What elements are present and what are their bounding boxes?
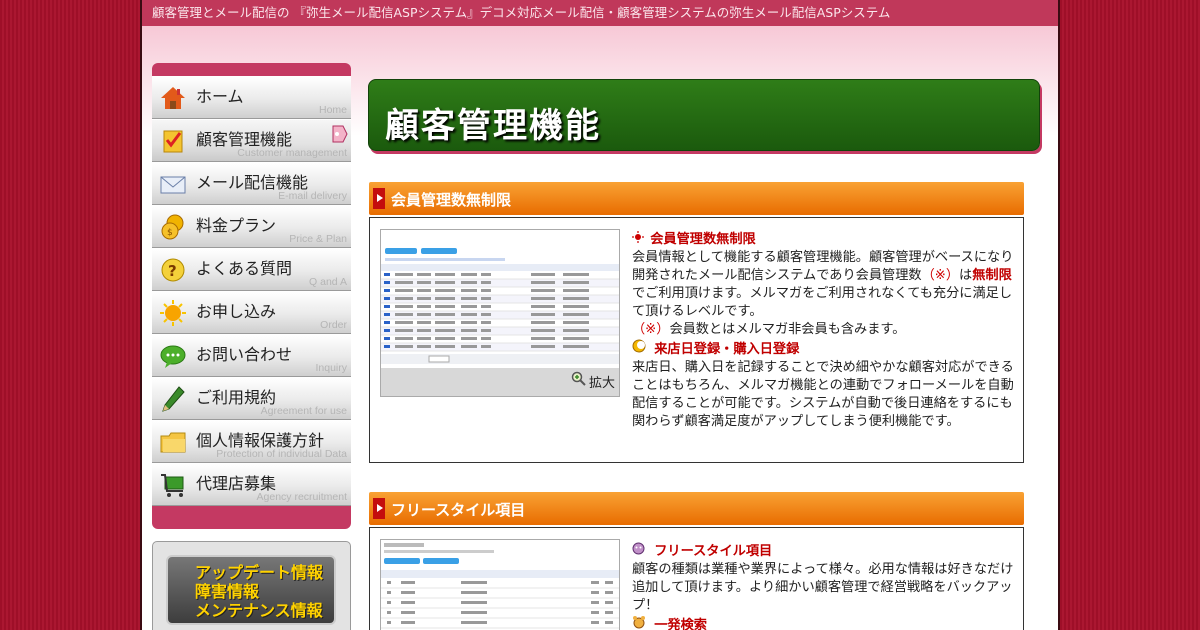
question-icon: ? xyxy=(159,256,187,284)
section-header-freestyle: フリースタイル項目 xyxy=(369,492,1024,525)
info-box: アップデート情報 障害情報 メンテナンス情報 xyxy=(152,541,351,630)
pen-icon xyxy=(159,385,187,413)
sidebar-item-privacy[interactable]: 個人情報保護方針 Protection of individual Data xyxy=(152,420,351,463)
sidebar-item-sublabel: Price & Plan xyxy=(289,233,347,245)
sidebar-item-label: よくある質問 xyxy=(196,259,293,278)
folder-icon xyxy=(159,428,187,456)
sidebar-item-price-plan[interactable]: $ 料金プラン Price & Plan xyxy=(152,205,351,248)
failure-info-link[interactable]: 障害情報 xyxy=(195,582,334,601)
section-body-member-limit: 拡大 会員管理数無制限 会員情報として機能する顧客管理機能。顧客管理がベースにな… xyxy=(369,217,1024,463)
arrow-right-icon xyxy=(373,188,385,209)
moon-bullet-icon xyxy=(632,339,650,359)
section-title: フリースタイル項目 xyxy=(391,501,526,519)
magnifier-icon xyxy=(571,371,587,391)
feature-heading: 一発検索 xyxy=(654,618,707,630)
sidebar-item-order[interactable]: お申し込み Order xyxy=(152,291,351,334)
sidebar-item-sublabel: Home xyxy=(318,104,347,116)
feature-paragraph: 会員情報として機能する顧客管理機能。顧客管理がベースになり開発されたメール配信シ… xyxy=(632,249,1014,321)
sidebar-item-label: お申し込み xyxy=(196,302,277,321)
cart-icon xyxy=(159,471,187,499)
sidebar-item-customer-management[interactable]: 顧客管理機能 Customer management xyxy=(152,119,351,162)
info-links-button[interactable]: アップデート情報 障害情報 メンテナンス情報 xyxy=(166,555,336,625)
sidebar-item-label: ホーム xyxy=(196,87,244,106)
arrow-right-icon xyxy=(373,498,385,519)
feature-heading: 来店日登録・購入日登録 xyxy=(654,342,800,357)
sidebar-item-home[interactable]: ホーム Home xyxy=(152,76,351,119)
sidebar-item-sublabel: Inquiry xyxy=(315,362,347,374)
sidebar-nav: ホーム Home 顧客管理機能 Customer management メール配… xyxy=(152,63,351,529)
section-description: フリースタイル項目 顧客の種類は業種や業界によって様々。必用な情報は好きなだけ追… xyxy=(632,542,1014,630)
sidebar-item-sublabel: Order xyxy=(320,319,347,331)
sidebar-item-label: 料金プラン xyxy=(196,216,277,235)
feature-heading: 会員管理数無制限 xyxy=(650,232,756,247)
note-marker: （※） xyxy=(921,268,960,283)
sidebar-item-label: お問い合わせ xyxy=(196,345,293,364)
sidebar-item-sublabel: Customer management xyxy=(237,147,347,159)
sidebar-item-sublabel: Q and A xyxy=(309,276,347,288)
sidebar-item-sublabel: Agency recruitment xyxy=(256,491,347,503)
feature-paragraph: 来店日、購入日を記録することで決め細やかな顧客対応ができることはもちろん、メルマ… xyxy=(632,360,1014,429)
freestyle-screenshot[interactable] xyxy=(380,539,620,630)
top-tagline: 顧客管理とメール配信の 『弥生メール配信ASPシステム』デコメ対応メール配信・顧… xyxy=(142,0,1058,26)
chat-icon xyxy=(159,342,187,370)
section-body-freestyle: フリースタイル項目 顧客の種類は業種や業界によって様々。必用な情報は好きなだけ追… xyxy=(369,527,1024,630)
maintenance-info-link[interactable]: メンテナンス情報 xyxy=(195,601,334,620)
svg-text:?: ? xyxy=(168,262,177,280)
footnote-text: 会員数とはメルマガ非会員も含みます。 xyxy=(669,322,906,337)
face-bullet-icon xyxy=(632,542,650,561)
section-header-member-limit: 会員管理数無制限 xyxy=(369,182,1024,215)
coins-icon: $ xyxy=(159,213,187,241)
paragraph-text: は xyxy=(959,268,973,283)
sidebar-item-terms[interactable]: ご利用規約 Agreement for use xyxy=(152,377,351,420)
screenshot-footer: 拡大 xyxy=(381,368,619,396)
section-description: 会員管理数無制限 会員情報として機能する顧客管理機能。顧客管理がベースになり開発… xyxy=(632,231,1014,431)
screenshot-thumbnail-image xyxy=(381,230,619,370)
screenshot-thumbnail-image xyxy=(381,540,619,630)
sidebar-item-email-delivery[interactable]: メール配信機能 E-mail delivery xyxy=(152,162,351,205)
sidebar-item-sublabel: Protection of individual Data xyxy=(216,448,347,460)
feature-paragraph: 顧客の種類は業種や業界によって様々。必用な情報は好きなだけ追加して頂けます。より… xyxy=(632,562,1014,613)
envelope-icon xyxy=(159,170,187,198)
section-title: 会員管理数無制限 xyxy=(391,191,512,209)
feature-heading: フリースタイル項目 xyxy=(654,544,773,559)
note-marker: （※） xyxy=(632,322,670,337)
update-info-link[interactable]: アップデート情報 xyxy=(195,563,334,582)
home-icon xyxy=(159,84,187,112)
page-title-banner: 顧客管理機能 xyxy=(368,79,1040,151)
highlight-text: 無制限 xyxy=(972,268,1012,283)
zoom-label: 拡大 xyxy=(588,375,615,391)
page-container: 顧客管理とメール配信の 『弥生メール配信ASPシステム』デコメ対応メール配信・顧… xyxy=(140,0,1060,630)
paragraph-text: でご利用頂けます。メルマガをご利用されなくても充分に満足して頂けるレベルです。 xyxy=(632,286,1013,319)
sun-icon xyxy=(159,299,187,327)
sidebar-item-inquiry[interactable]: お問い合わせ Inquiry xyxy=(152,334,351,377)
bear-bullet-icon xyxy=(632,615,650,630)
svg-text:$: $ xyxy=(167,228,173,238)
footnote: （※）会員数とはメルマガ非会員も含みます。 xyxy=(632,321,1014,339)
customer-list-screenshot[interactable]: 拡大 xyxy=(380,229,620,397)
checklist-icon xyxy=(159,127,187,155)
sidebar-item-agency[interactable]: 代理店募集 Agency recruitment xyxy=(152,463,351,506)
sidebar-item-sublabel: E-mail delivery xyxy=(278,190,347,202)
active-tag-icon xyxy=(331,124,349,148)
sidebar-item-sublabel: Agreement for use xyxy=(260,405,347,417)
star-bullet-icon xyxy=(632,231,646,249)
zoom-button[interactable]: 拡大 xyxy=(571,371,615,391)
sidebar-item-faq[interactable]: ? よくある質問 Q and A xyxy=(152,248,351,291)
page-title: 顧客管理機能 xyxy=(385,106,601,146)
